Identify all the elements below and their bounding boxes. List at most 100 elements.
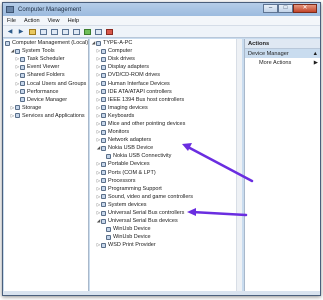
device-tree-item-row[interactable]: WinUsb Device <box>90 225 242 233</box>
menu-help[interactable]: Help <box>64 18 84 24</box>
device-tree-item-label: WSD Print Provider <box>108 242 156 249</box>
device-icon <box>101 89 106 95</box>
device-tree-item-label: Display adapters <box>108 64 149 71</box>
device-tree-item-row[interactable]: ▷ DVD/CD-ROM drives <box>90 71 242 79</box>
computer-management-window: Computer Management – □ ✕ File Action Vi… <box>2 2 321 296</box>
device-icon <box>101 81 106 87</box>
device-tree-item-row[interactable]: ▷ Processors <box>90 177 242 185</box>
menu-view[interactable]: View <box>44 18 64 24</box>
device-tree-item-label: Universal Serial Bus controllers <box>108 210 185 217</box>
device-tree-item-row[interactable]: ▷ Disk drives <box>90 55 242 63</box>
nav-tree-item-row[interactable]: ◢ System Tools <box>4 47 88 55</box>
device-tree-item-row[interactable]: ▷ Programming Support <box>90 185 242 193</box>
device-tree-item-row[interactable]: WinUsb Device <box>90 233 242 241</box>
nav-tree-item-row[interactable]: ▷ Storage <box>4 104 88 112</box>
device-tree-item-row[interactable]: ▷ Imaging devices <box>90 104 242 112</box>
device-tree-item-label: Monitors <box>108 129 130 136</box>
device-tree-item-row[interactable]: ▷ Monitors <box>90 128 242 136</box>
uninstall-icon[interactable] <box>105 28 113 36</box>
menu-bar: File Action View Help <box>3 16 320 26</box>
device-icon <box>101 64 106 70</box>
title-bar[interactable]: Computer Management – □ ✕ <box>3 3 320 16</box>
device-icon <box>101 186 106 192</box>
device-tree-item-row[interactable]: ▷ Sound, video and game controllers <box>90 193 242 201</box>
nav-tree-item-row[interactable]: ▷ Event Viewer <box>4 63 88 71</box>
nav-tree-item-row[interactable]: ▷ Shared Folders <box>4 71 88 79</box>
device-icon <box>96 40 101 46</box>
device-tree-item-row[interactable]: ▷ Ports (COM & LPT) <box>90 169 242 177</box>
device-tree-item-label: Imaging devices <box>108 104 148 111</box>
collapse-arrow-icon[interactable]: ▲ <box>312 51 318 57</box>
toolbar: ◀ ▶ <box>3 26 320 38</box>
navigation-tree: Computer Management (Local) ◢ System Tools… <box>4 39 89 295</box>
nav-tree-item-row[interactable]: ▷ Local Users and Groups <box>4 79 88 87</box>
device-icon <box>20 81 25 87</box>
device-tree-item-label: DVD/CD-ROM drives <box>108 72 160 79</box>
device-tree-item-label: IDE ATA/ATAPI controllers <box>108 88 172 95</box>
scan-icon[interactable] <box>72 28 80 36</box>
device-tree-item-row[interactable]: ◢ Nokia USB Device <box>90 144 242 152</box>
update-icon[interactable] <box>83 28 91 36</box>
device-tree-item-label: Ports (COM & LPT) <box>108 169 156 176</box>
device-icon <box>101 218 106 224</box>
device-icon <box>101 137 106 143</box>
nav-tree-item-label: Storage <box>22 104 42 111</box>
device-tree-item-row[interactable]: ▷ IEEE 1394 Bus host controllers <box>90 96 242 104</box>
device-tree-item-row[interactable]: ▷ Universal Serial Bus controllers <box>90 209 242 217</box>
device-icon <box>106 153 111 159</box>
close-button[interactable]: ✕ <box>293 4 317 13</box>
device-tree-item-row[interactable]: ▷ Keyboards <box>90 112 242 120</box>
device-tree-item-row[interactable]: ▷ Computer <box>90 47 242 55</box>
device-tree-item-label: WinUsb Device <box>113 226 151 233</box>
nav-tree-item-label: Shared Folders <box>27 72 65 79</box>
help-icon[interactable] <box>50 28 58 36</box>
up-folder-icon[interactable] <box>28 28 36 36</box>
device-icon <box>106 234 111 240</box>
device-icon <box>101 48 106 54</box>
device-tree-item-row[interactable]: ▷ System devices <box>90 201 242 209</box>
more-actions-item[interactable]: More Actions ▶ <box>245 58 320 68</box>
device-tree-scrollbar[interactable] <box>236 39 242 295</box>
actions-section-device-manager[interactable]: Device Manager ▲ <box>245 49 320 58</box>
device-tree-item-label: IEEE 1394 Bus host controllers <box>108 96 185 103</box>
device-tree-item-row[interactable]: ▷ Mice and other pointing devices <box>90 120 242 128</box>
device-tree-item-label: Sound, video and game controllers <box>108 193 193 200</box>
device-icon <box>101 113 106 119</box>
device-tree-item-row[interactable]: ▷ Portable Devices <box>90 160 242 168</box>
device-tree-item-row[interactable]: ▷ Display adapters <box>90 63 242 71</box>
device-tree-item-row[interactable]: ▷ Human Interface Devices <box>90 79 242 87</box>
nav-tree-item-label: Computer Management (Local) <box>12 40 89 47</box>
nav-tree-item-row[interactable]: Device Manager <box>4 96 88 104</box>
disable-icon[interactable] <box>94 28 102 36</box>
device-tree-item-row[interactable]: ▷ WSD Print Provider <box>90 241 242 249</box>
device-icon <box>101 105 106 111</box>
device-tree-item-label: System devices <box>108 201 147 208</box>
device-icon <box>20 72 25 78</box>
device-tree-item-label: TYPE-A-PC <box>103 40 133 47</box>
device-icon <box>101 129 106 135</box>
forward-icon[interactable]: ▶ <box>17 28 25 36</box>
minimize-button[interactable]: – <box>263 4 278 13</box>
device-tree-item-label: Computer <box>108 48 133 55</box>
more-actions-label: More Actions <box>259 60 292 66</box>
device-icon <box>20 56 25 62</box>
nav-tree-item-row[interactable]: ▷ Services and Applications <box>4 112 88 120</box>
device-tree-item-row[interactable]: ▷ Network adapters <box>90 136 242 144</box>
device-tree-item-row[interactable]: ◢ TYPE-A-PC <box>90 39 242 47</box>
back-icon[interactable]: ◀ <box>6 28 14 36</box>
nav-tree-item-row[interactable]: Computer Management (Local) <box>4 39 88 47</box>
window-title: Computer Management <box>18 6 82 13</box>
nav-tree-item-row[interactable]: ▷ Performance <box>4 88 88 96</box>
device-icon <box>20 89 25 95</box>
actions-header: Actions <box>245 39 320 49</box>
device-tree-item-row[interactable]: Nokia USB Connectivity <box>90 152 242 160</box>
properties-icon[interactable] <box>39 28 47 36</box>
maximize-button[interactable]: □ <box>278 4 293 13</box>
device-tree: ◢ TYPE-A-PC ▷ Computer ▷ Disk drives ▷ Display … <box>90 39 242 295</box>
device-tree-item-row[interactable]: ▷ IDE ATA/ATAPI controllers <box>90 88 242 96</box>
device-tree-item-row[interactable]: ◢ Universal Serial Bus devices <box>90 217 242 225</box>
menu-file[interactable]: File <box>3 18 20 24</box>
show-hide-icon[interactable] <box>61 28 69 36</box>
nav-tree-item-row[interactable]: ▷ Task Scheduler <box>4 55 88 63</box>
menu-action[interactable]: Action <box>20 18 44 24</box>
